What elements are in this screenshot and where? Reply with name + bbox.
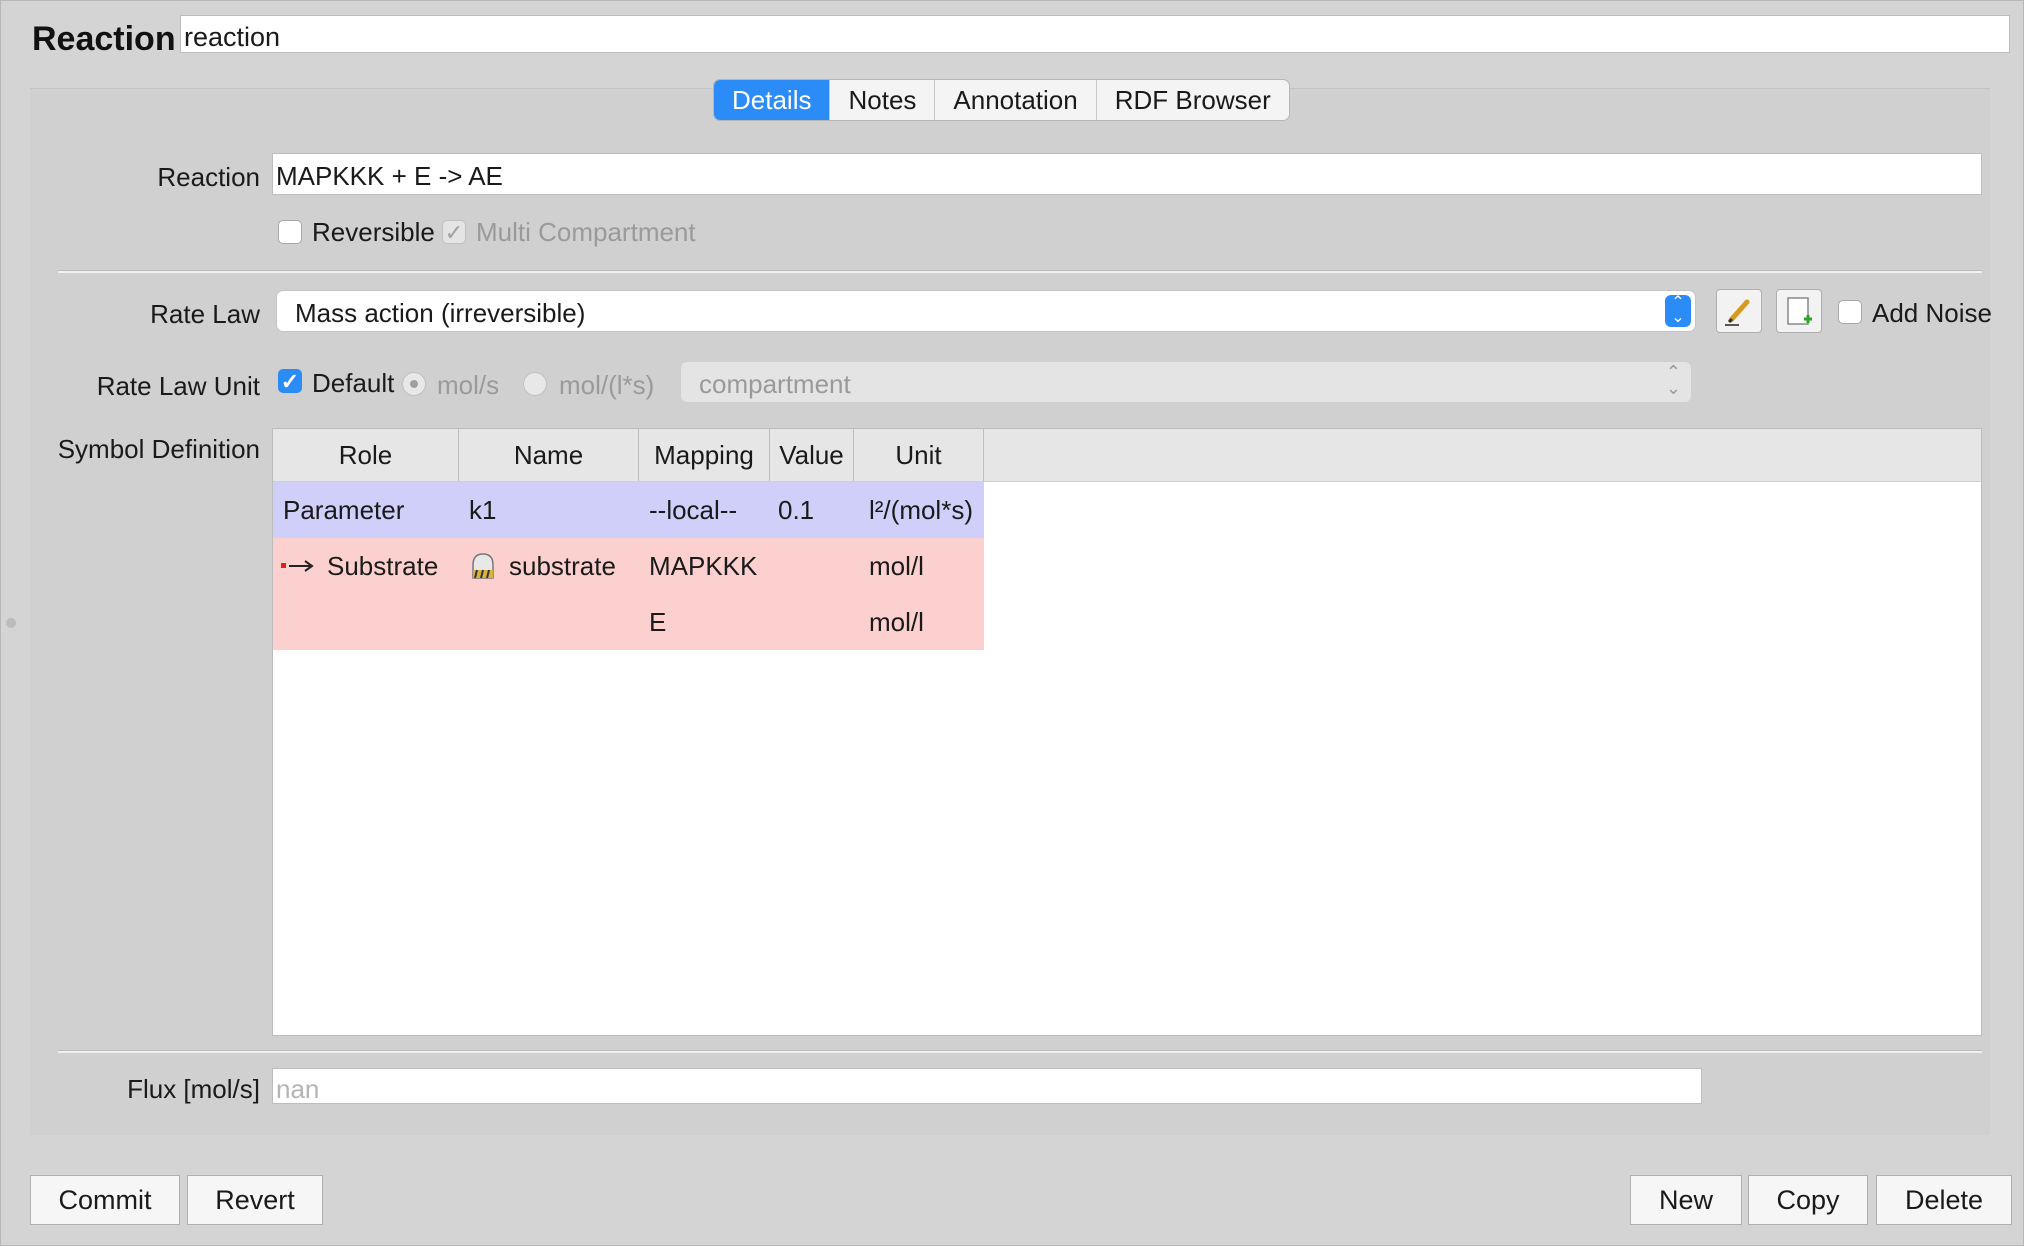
object-type-title: Reaction (32, 20, 176, 58)
splitter-handle[interactable] (6, 618, 16, 628)
reaction-equation-input[interactable]: MAPKKK + E -> AE (272, 153, 1982, 195)
rate-law-select[interactable]: Mass action (irreversible) ⌃ ⌄ (276, 290, 1696, 332)
table-row[interactable]: Parameter k1 --local-- 0.1 l²/(mol*s) (273, 482, 984, 538)
pencil-icon (1725, 299, 1750, 326)
cell-role: Substrate (327, 550, 439, 581)
column-header-mapping[interactable]: Mapping (639, 429, 770, 481)
tab-bar: Details Notes Annotation RDF Browser (713, 79, 1290, 121)
chevron-up-down-icon: ⌃ ⌄ (1665, 295, 1691, 327)
cell-unit: mol/l (869, 606, 924, 637)
chevron-up-down-icon: ⌃ ⌄ (1665, 362, 1681, 398)
reaction-equation-label: Reaction (157, 162, 260, 192)
cell-role: Parameter (283, 494, 405, 525)
revert-button[interactable]: Revert (187, 1175, 323, 1225)
symbol-definition-table: Role Name Mapping Value Unit Parameter k… (272, 428, 1982, 1036)
cell-mapping[interactable]: E (649, 594, 666, 650)
tab-rdf-browser[interactable]: RDF Browser (1097, 80, 1289, 120)
multi-compartment-label: Multi Compartment (476, 217, 696, 247)
copy-button[interactable]: Copy (1748, 1175, 1868, 1225)
tab-notes[interactable]: Notes (830, 80, 936, 120)
flux-label: Flux [mol/s] (127, 1074, 260, 1104)
cell-name: substrate (509, 550, 616, 581)
cell-mapping[interactable]: --local-- (649, 482, 737, 538)
reversible-checkbox[interactable] (278, 220, 302, 244)
tab-details[interactable]: Details (714, 80, 831, 120)
unit-mol-ls-radio (523, 372, 547, 396)
table-row[interactable]: E mol/l (273, 594, 984, 650)
rate-law-unit-label: Rate Law Unit (96, 371, 260, 401)
unit-mol-s-radio (402, 372, 426, 396)
divider-bottom (58, 1050, 1982, 1053)
delete-button[interactable]: Delete (1876, 1175, 2012, 1225)
table-row[interactable]: Substrate substrate MAPKKK mol/l (273, 538, 984, 594)
symbol-definition-label: Symbol Definition (57, 434, 260, 464)
column-header-unit[interactable]: Unit (854, 429, 984, 481)
new-button[interactable]: New (1630, 1175, 1742, 1225)
flux-value-field: nan (272, 1068, 1702, 1104)
tab-annotation[interactable]: Annotation (935, 80, 1097, 120)
unit-mol-ls-label: mol/(l*s) (559, 370, 655, 400)
reaction-name-input[interactable]: reaction (180, 15, 2010, 53)
cell-mapping[interactable]: MAPKKK (649, 538, 757, 594)
column-header-value[interactable]: Value (770, 429, 854, 481)
compartment-placeholder: compartment (699, 369, 851, 399)
table-header: Role Name Mapping Value Unit (273, 429, 1981, 482)
cell-value[interactable]: 0.1 (778, 482, 814, 538)
add-noise-checkbox[interactable] (1838, 300, 1862, 324)
divider-top (58, 270, 1982, 273)
species-icon (472, 553, 494, 579)
new-document-icon (1787, 297, 1812, 325)
unit-mol-s-label: mol/s (437, 370, 500, 400)
cell-unit: l²/(mol*s) (869, 494, 973, 525)
column-header-role[interactable]: Role (273, 429, 459, 481)
multi-compartment-checkbox: ✓ (442, 220, 466, 245)
add-noise-label: Add Noise (1872, 298, 1992, 328)
default-unit-checkbox[interactable]: ✓ (278, 369, 302, 394)
default-unit-label: Default (312, 368, 395, 398)
new-rate-law-button[interactable] (1776, 289, 1822, 333)
column-header-name[interactable]: Name (459, 429, 639, 481)
commit-button[interactable]: Commit (30, 1175, 180, 1225)
edit-rate-law-button[interactable] (1716, 289, 1762, 333)
cell-name: k1 (469, 494, 497, 525)
arrow-right-icon (281, 560, 314, 572)
compartment-select: compartment ⌃ ⌄ (680, 361, 1692, 403)
cell-unit: mol/l (869, 550, 924, 581)
rate-law-value: Mass action (irreversible) (295, 298, 586, 328)
reversible-label: Reversible (312, 217, 435, 247)
rate-law-label: Rate Law (150, 299, 260, 329)
